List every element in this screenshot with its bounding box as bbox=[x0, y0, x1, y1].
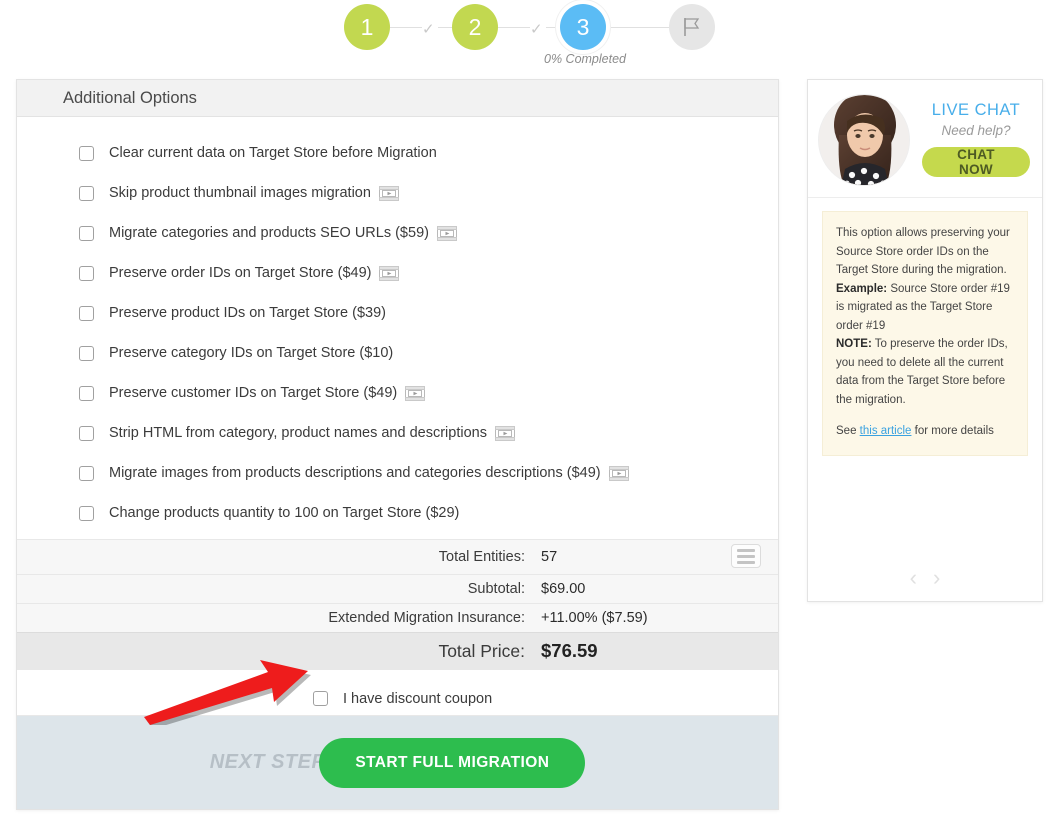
option-checkbox[interactable] bbox=[79, 425, 94, 441]
live-chat-text-block: LIVE CHAT Need help? CHAT NOW bbox=[922, 94, 1030, 179]
option-checkbox[interactable] bbox=[79, 145, 94, 161]
option-label: Preserve product IDs on Target Store ($3… bbox=[109, 305, 386, 321]
step-1-check-icon: ✓ bbox=[422, 21, 435, 38]
live-chat-title: LIVE CHAT bbox=[931, 101, 1021, 119]
tooltip-see-prefix: See bbox=[836, 425, 860, 437]
option-checkbox[interactable] bbox=[79, 225, 94, 241]
tooltip-example-label: Example: bbox=[836, 282, 888, 295]
option-label: Clear current data on Target Store befor… bbox=[109, 145, 437, 161]
flag-icon bbox=[684, 18, 700, 36]
carousel-prev-icon[interactable]: ‹ bbox=[910, 567, 917, 589]
option-label: Migrate categories and products SEO URLs… bbox=[109, 225, 429, 241]
video-tutorial-icon[interactable] bbox=[405, 385, 426, 401]
summary-row: Total Entities: 57 bbox=[17, 539, 778, 574]
option-row[interactable]: Migrate categories and products SEO URLs… bbox=[17, 213, 778, 253]
summary-value: 57 bbox=[541, 549, 558, 565]
option-label: Change products quantity to 100 on Targe… bbox=[109, 505, 460, 521]
carousel-next-icon[interactable]: › bbox=[933, 567, 940, 589]
option-label: Skip product thumbnail images migration bbox=[109, 185, 371, 201]
video-tutorial-icon[interactable] bbox=[608, 465, 629, 481]
summary-label: Extended Migration Insurance: bbox=[328, 610, 525, 626]
progress-stepper-bar: 1 ✓ 2 ✓ 3 0% Completed bbox=[0, 0, 1055, 69]
option-checkbox[interactable] bbox=[79, 465, 94, 481]
option-checkbox[interactable] bbox=[79, 505, 94, 521]
video-tutorial-icon[interactable] bbox=[378, 185, 399, 201]
option-checkbox[interactable] bbox=[79, 185, 94, 201]
progress-stepper: 1 ✓ 2 ✓ 3 0% Completed bbox=[340, 4, 720, 66]
tooltip-article-link[interactable]: this article bbox=[860, 425, 912, 437]
support-sidebar: LIVE CHAT Need help? CHAT NOW This optio… bbox=[807, 79, 1043, 602]
tooltip-note-label: NOTE: bbox=[836, 338, 872, 350]
option-row[interactable]: Preserve category IDs on Target Store ($… bbox=[17, 333, 778, 373]
video-tutorial-icon[interactable] bbox=[436, 225, 457, 241]
panel-header: Additional Options bbox=[17, 80, 778, 117]
option-row[interactable]: Clear current data on Target Store befor… bbox=[17, 133, 778, 173]
option-label: Preserve order IDs on Target Store ($49) bbox=[109, 265, 372, 281]
summary-table: Total Entities: 57 Subtotal: $69.00 Extended… bbox=[17, 539, 778, 669]
option-row[interactable]: Skip product thumbnail images migration bbox=[17, 173, 778, 213]
avatar bbox=[818, 94, 910, 186]
step-2[interactable]: 2 bbox=[452, 4, 498, 50]
option-checkbox[interactable] bbox=[79, 385, 94, 401]
summary-value: +11.00% ($7.59) bbox=[541, 610, 648, 626]
options-list: Clear current data on Target Store befor… bbox=[17, 117, 778, 539]
option-row[interactable]: Preserve product IDs on Target Store ($3… bbox=[17, 293, 778, 333]
summary-row: Total Price: $76.59 bbox=[17, 632, 778, 669]
step-1[interactable]: 1 bbox=[344, 4, 390, 50]
progress-text: 0% Completed bbox=[544, 52, 626, 66]
need-help-text: Need help? bbox=[941, 123, 1011, 138]
sidebar-carousel-controls: ‹ › bbox=[808, 567, 1042, 589]
summary-value: $69.00 bbox=[541, 581, 586, 597]
option-checkbox[interactable] bbox=[79, 345, 94, 361]
summary-label: Total Entities: bbox=[438, 549, 525, 565]
support-agent-avatar-image bbox=[819, 95, 909, 185]
video-tutorial-icon[interactable] bbox=[494, 425, 515, 441]
stepper-connector-1 bbox=[390, 27, 422, 28]
option-row[interactable]: Preserve customer IDs on Target Store ($… bbox=[17, 373, 778, 413]
tooltip-see-suffix: for more details bbox=[911, 425, 994, 437]
option-row[interactable]: Strip HTML from category, product names … bbox=[17, 413, 778, 453]
page-title: Additional Options bbox=[63, 88, 197, 107]
start-full-migration-button[interactable]: START FULL MIGRATION bbox=[319, 737, 586, 788]
option-row[interactable]: Preserve order IDs on Target Store ($49) bbox=[17, 253, 778, 293]
discount-coupon-label: I have discount coupon bbox=[343, 690, 493, 707]
option-checkbox[interactable] bbox=[79, 305, 94, 321]
stepper-connector-3 bbox=[498, 27, 530, 28]
finish-flag-step[interactable] bbox=[669, 4, 715, 50]
chat-now-button[interactable]: CHAT NOW bbox=[922, 147, 1030, 177]
option-checkbox[interactable] bbox=[79, 265, 94, 281]
discount-coupon-checkbox[interactable] bbox=[313, 691, 328, 706]
summary-row: Subtotal: $69.00 bbox=[17, 574, 778, 603]
option-label: Migrate images from products description… bbox=[109, 465, 601, 481]
summary-value: $76.59 bbox=[541, 640, 598, 661]
additional-options-panel: Additional Options Clear current data on… bbox=[16, 79, 779, 810]
tooltip-spacer bbox=[836, 409, 1014, 422]
option-label: Strip HTML from category, product names … bbox=[109, 425, 487, 441]
tooltip-paragraph-1: This option allows preserving your Sourc… bbox=[836, 227, 1010, 276]
option-row[interactable]: Migrate images from products description… bbox=[17, 453, 778, 493]
option-help-tooltip: This option allows preserving your Sourc… bbox=[822, 211, 1028, 456]
summary-label: Subtotal: bbox=[467, 581, 525, 597]
option-label: Preserve customer IDs on Target Store ($… bbox=[109, 385, 398, 401]
video-tutorial-icon[interactable] bbox=[379, 265, 400, 281]
option-label: Preserve category IDs on Target Store ($… bbox=[109, 345, 394, 361]
option-row[interactable]: Change products quantity to 100 on Targe… bbox=[17, 493, 778, 533]
summary-row: Extended Migration Insurance: +11.00% ($7… bbox=[17, 603, 778, 632]
step-3-active[interactable]: 3 bbox=[560, 4, 606, 50]
action-bar: NEXT STEP START FULL MIGRATION bbox=[17, 715, 778, 809]
step-2-check-icon: ✓ bbox=[530, 21, 543, 38]
next-step-label: NEXT STEP bbox=[209, 751, 326, 773]
live-chat-box: LIVE CHAT Need help? CHAT NOW bbox=[808, 80, 1042, 198]
stepper-connector-5 bbox=[608, 27, 670, 28]
summary-label: Total Price: bbox=[438, 640, 525, 661]
list-lines-icon[interactable] bbox=[731, 544, 761, 568]
